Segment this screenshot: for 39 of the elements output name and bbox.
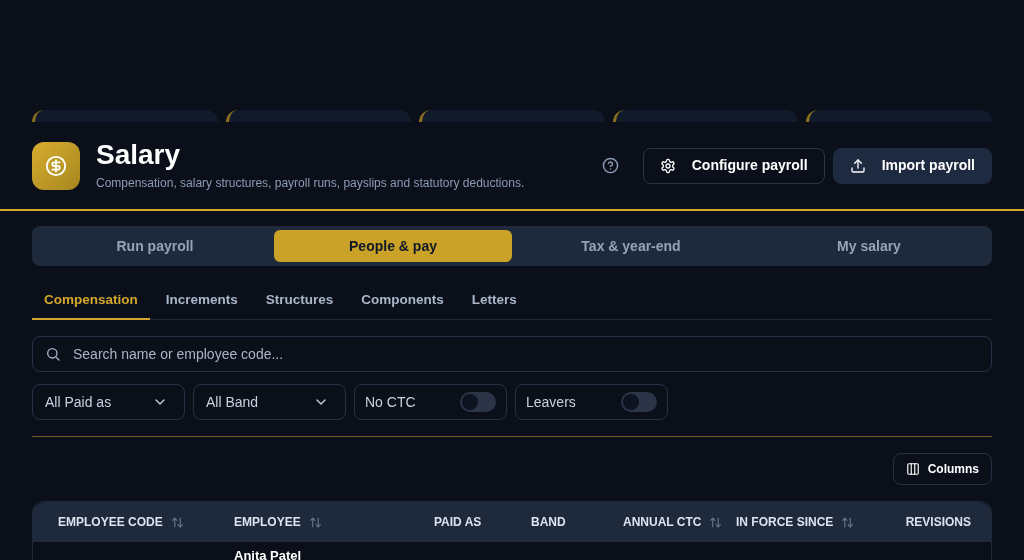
sort-icon[interactable]	[841, 515, 855, 529]
search-icon	[45, 346, 61, 362]
upload-icon	[849, 157, 866, 174]
help-icon[interactable]	[601, 157, 619, 174]
column-header[interactable]: ANNUAL CTC	[623, 513, 702, 531]
configure-button[interactable]: Configure payroll	[642, 147, 825, 184]
tab[interactable]: People & pay	[274, 230, 512, 262]
tab[interactable]: My salary	[750, 230, 988, 262]
subtab[interactable]: Structures	[253, 282, 346, 320]
subtab[interactable]: Compensation	[32, 282, 150, 320]
employee-name: Anita Patel	[234, 548, 302, 560]
settings-icon	[659, 157, 676, 174]
sort-icon[interactable]	[170, 515, 184, 529]
sort-icon[interactable]	[709, 515, 723, 529]
page-subtitle: Compensation, salary structures, payroll runs, payslips and statutory deductions.	[96, 175, 525, 191]
column-header: PAID AS	[434, 514, 482, 531]
dropdown[interactable]: All Band	[193, 384, 346, 420]
column-header[interactable]: IN FORCE SINCE	[736, 513, 834, 531]
page-title: Salary	[96, 140, 181, 170]
columns-button[interactable]: Columns	[892, 453, 992, 485]
toggle-filter[interactable]: Leavers	[515, 384, 668, 420]
search-field[interactable]: Search name or employee code...	[32, 336, 992, 372]
toggle-filter[interactable]: No CTC	[354, 384, 507, 420]
dollar-icon	[45, 154, 67, 177]
column-header[interactable]: EMPLOYEE	[234, 513, 301, 531]
import-button[interactable]: Import payroll	[832, 147, 992, 184]
dropdown[interactable]: All Paid as	[32, 384, 185, 420]
subtab[interactable]: Letters	[459, 282, 529, 320]
columns-icon	[905, 462, 920, 476]
sort-icon[interactable]	[308, 515, 322, 529]
column-header: BAND	[531, 514, 566, 531]
subtab[interactable]: Components	[349, 282, 456, 320]
column-header[interactable]: EMPLOYEE CODE	[58, 513, 163, 531]
tab[interactable]: Tax & year-end	[512, 230, 750, 262]
column-header: REVISIONS	[905, 514, 971, 531]
toggle-switch[interactable]	[621, 392, 657, 412]
tab[interactable]: Run payroll	[36, 230, 274, 262]
subtab[interactable]: Increments	[153, 282, 250, 320]
toggle-switch[interactable]	[460, 392, 496, 412]
